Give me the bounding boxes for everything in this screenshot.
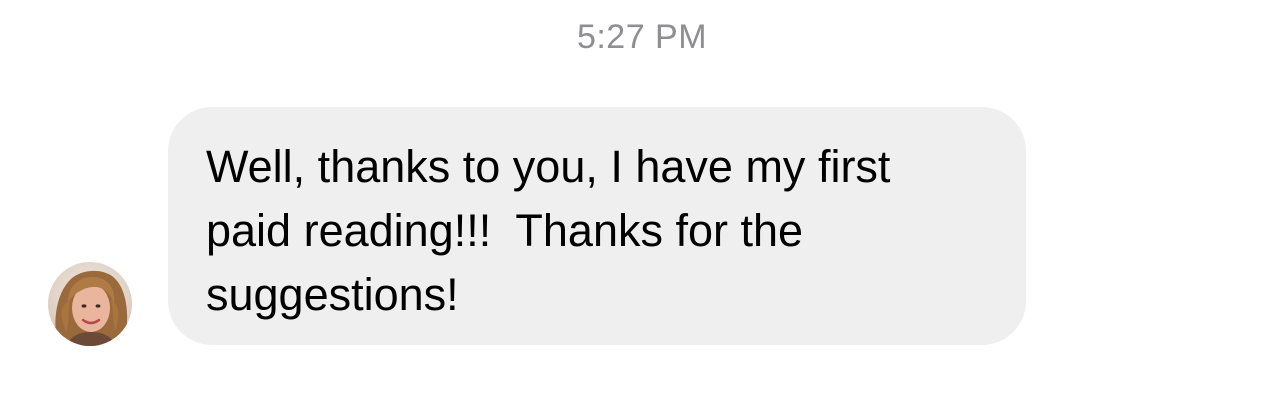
person-avatar-icon [48, 262, 132, 346]
message-text: Well, thanks to you, I have my first pai… [206, 141, 891, 320]
message-bubble[interactable]: Well, thanks to you, I have my first pai… [168, 107, 1026, 345]
message-timestamp: 5:27 PM [576, 18, 708, 56]
sender-avatar[interactable] [48, 262, 132, 346]
